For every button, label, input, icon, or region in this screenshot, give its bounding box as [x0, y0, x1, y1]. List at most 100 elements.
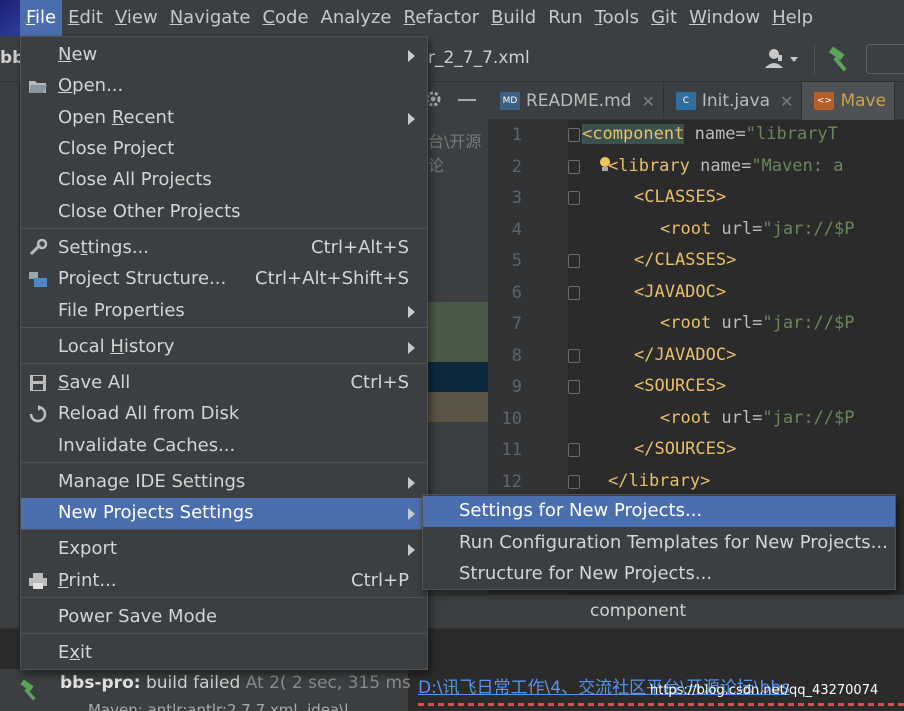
menu-git[interactable]: Git	[645, 0, 683, 36]
xml-value: "jar://$P	[762, 313, 855, 333]
fold-marker-icon[interactable]	[568, 254, 580, 268]
fold-marker-icon[interactable]	[568, 191, 580, 205]
menu-item-label: Local History	[58, 336, 175, 357]
code-text: <library name="Maven: a	[608, 156, 843, 176]
xml-attribute: name=	[689, 155, 752, 176]
code-text: <component name="libraryT	[582, 124, 838, 144]
submenu-item-label: Structure for New Projects...	[459, 563, 713, 584]
menu-window[interactable]: Window	[683, 0, 766, 36]
menu-separator	[21, 597, 427, 598]
menu-item-close-other-projects[interactable]: Close Other Projects	[21, 197, 427, 228]
menu-item-settings[interactable]: Settings... Ctrl+Alt+S	[21, 233, 427, 264]
menu-item-power-save-mode[interactable]: Power Save Mode	[21, 602, 427, 633]
submenu-item-structure-for-new-projects[interactable]: Structure for New Projects...	[423, 559, 895, 590]
menu-item-local-history[interactable]: Local History	[21, 332, 427, 363]
menu-code[interactable]: Code	[256, 0, 314, 36]
menu-mnemonic: E	[68, 7, 80, 28]
line-number: 6	[511, 282, 522, 303]
menu-item-project-structure[interactable]: Project Structure... Ctrl+Alt+Shift+S	[21, 264, 427, 295]
fold-marker-icon[interactable]	[568, 380, 580, 394]
fold-marker-icon[interactable]	[568, 348, 580, 363]
menu-item-close-all-projects[interactable]: Close All Projects	[21, 165, 427, 196]
menu-item-reload-all-from-disk[interactable]: Reload All from Disk	[21, 399, 427, 430]
fold-marker-icon[interactable]	[568, 128, 580, 142]
minimize-icon[interactable]	[458, 99, 476, 101]
menu-mnemonic: H	[772, 7, 786, 28]
fold-marker-icon[interactable]	[568, 159, 580, 174]
tree-row-highlight	[428, 332, 488, 362]
menu-run[interactable]: Run	[542, 0, 589, 36]
menu-item-print[interactable]: Print... Ctrl+P	[21, 566, 427, 597]
menu-item-shortcut: Ctrl+Alt+Shift+S	[255, 268, 409, 289]
menu-item-close-project[interactable]: Close Project	[21, 134, 427, 165]
menu-refactor[interactable]: Refactor	[397, 0, 485, 36]
chevron-right-icon	[408, 50, 415, 62]
menu-item-shortcut: Ctrl+P	[351, 570, 409, 591]
menu-navigate[interactable]: Navigate	[164, 0, 257, 36]
menu-file[interactable]: File	[20, 0, 63, 36]
tab-readme-md[interactable]: MD README.md ✕	[488, 82, 664, 120]
menu-tools[interactable]: Tools	[589, 0, 645, 36]
menu-label-rest: uild	[503, 7, 537, 28]
menu-edit[interactable]: Edit	[62, 0, 109, 36]
code-line: 10 <root url="jar://$P	[488, 404, 904, 436]
menu-item-manage-ide-settings[interactable]: Manage IDE Settings	[21, 467, 427, 498]
tab-mave[interactable]: <> Mave	[802, 82, 896, 120]
breadcrumb-component[interactable]: component	[590, 601, 686, 621]
close-icon[interactable]: ✕	[641, 92, 654, 111]
menu-separator	[21, 363, 427, 364]
menu-item-label: Open Recent	[58, 107, 175, 128]
menu-item-new[interactable]: New	[21, 40, 427, 71]
chevron-right-icon	[408, 508, 415, 520]
menu-separator	[21, 228, 427, 229]
fold-marker-icon[interactable]	[568, 285, 580, 300]
menu-mnemonic: H	[110, 336, 124, 357]
toolbar-separator	[814, 44, 815, 74]
build-hammer-icon[interactable]	[826, 46, 852, 72]
menu-bar-items: File Edit View Navigate Code Analyze Refactor B…	[20, 0, 819, 36]
code-line: 8 </JAVADOC>	[488, 341, 904, 373]
run-configuration-selector[interactable]	[866, 44, 904, 74]
menu-mnemonic: R	[403, 7, 416, 28]
menu-item-invalidate-caches[interactable]: Invalidate Caches...	[21, 431, 427, 462]
print-icon	[28, 572, 48, 590]
tab-label: README.md	[526, 91, 632, 111]
menu-item-shortcut: Ctrl+Alt+S	[311, 237, 409, 258]
user-dropdown-icon[interactable]	[762, 46, 802, 72]
build-hammer-icon	[20, 679, 36, 701]
menu-item-open-recent[interactable]: Open Recent	[21, 103, 427, 134]
menu-view[interactable]: View	[109, 0, 164, 36]
menu-build[interactable]: Build	[485, 0, 542, 36]
menu-analyze[interactable]: Analyze	[315, 0, 398, 36]
build-status-line[interactable]: bbs-pro: build failed At 2( 2 sec, 315 m…	[60, 673, 411, 693]
navigation-file-fragment[interactable]: r_2_7_7.xml	[428, 48, 530, 68]
intention-bulb-icon[interactable]	[598, 156, 612, 174]
fold-marker-icon[interactable]	[568, 474, 580, 489]
menu-item-file-properties[interactable]: File Properties	[21, 296, 427, 327]
xml-value: "libraryT	[745, 124, 838, 144]
menu-item-save-all[interactable]: Save All Ctrl+S	[21, 368, 427, 399]
menu-mnemonic: C	[262, 7, 276, 28]
menu-label-rest: iew	[126, 7, 158, 28]
main-menu-bar: File Edit View Navigate Code Analyze Refactor B…	[0, 0, 904, 36]
menu-item-export[interactable]: Export	[21, 534, 427, 565]
menu-item-new-projects-settings[interactable]: New Projects Settings	[21, 498, 427, 529]
submenu-item-run-configuration-templates-for-new-projects[interactable]: Run Configuration Templates for New Proj…	[423, 528, 895, 559]
menu-item-label: New	[58, 44, 98, 65]
tab-label: Mave	[840, 91, 887, 111]
menu-item-exit[interactable]: Exit	[21, 638, 427, 669]
submenu-item-settings-for-new-projects[interactable]: Settings for New Projects...	[423, 496, 895, 527]
build-tree-row[interactable]: Maven: antlr:antlr:2.7.7.xml .idea\l	[88, 701, 348, 711]
line-number: 10	[501, 408, 522, 429]
tab-init-java[interactable]: C Init.java ✕	[664, 82, 803, 120]
fold-marker-icon[interactable]	[568, 443, 580, 457]
code-text: </JAVADOC>	[634, 345, 736, 365]
menu-help[interactable]: Help	[766, 0, 819, 36]
menu-mnemonic: S	[58, 372, 70, 393]
menu-label-rest: ools	[602, 7, 640, 28]
settings-icon	[28, 238, 48, 257]
menu-item-open[interactable]: Open...	[21, 71, 427, 102]
app-logo-icon	[0, 0, 20, 36]
line-number: 4	[511, 219, 522, 240]
close-icon[interactable]: ✕	[780, 92, 793, 111]
